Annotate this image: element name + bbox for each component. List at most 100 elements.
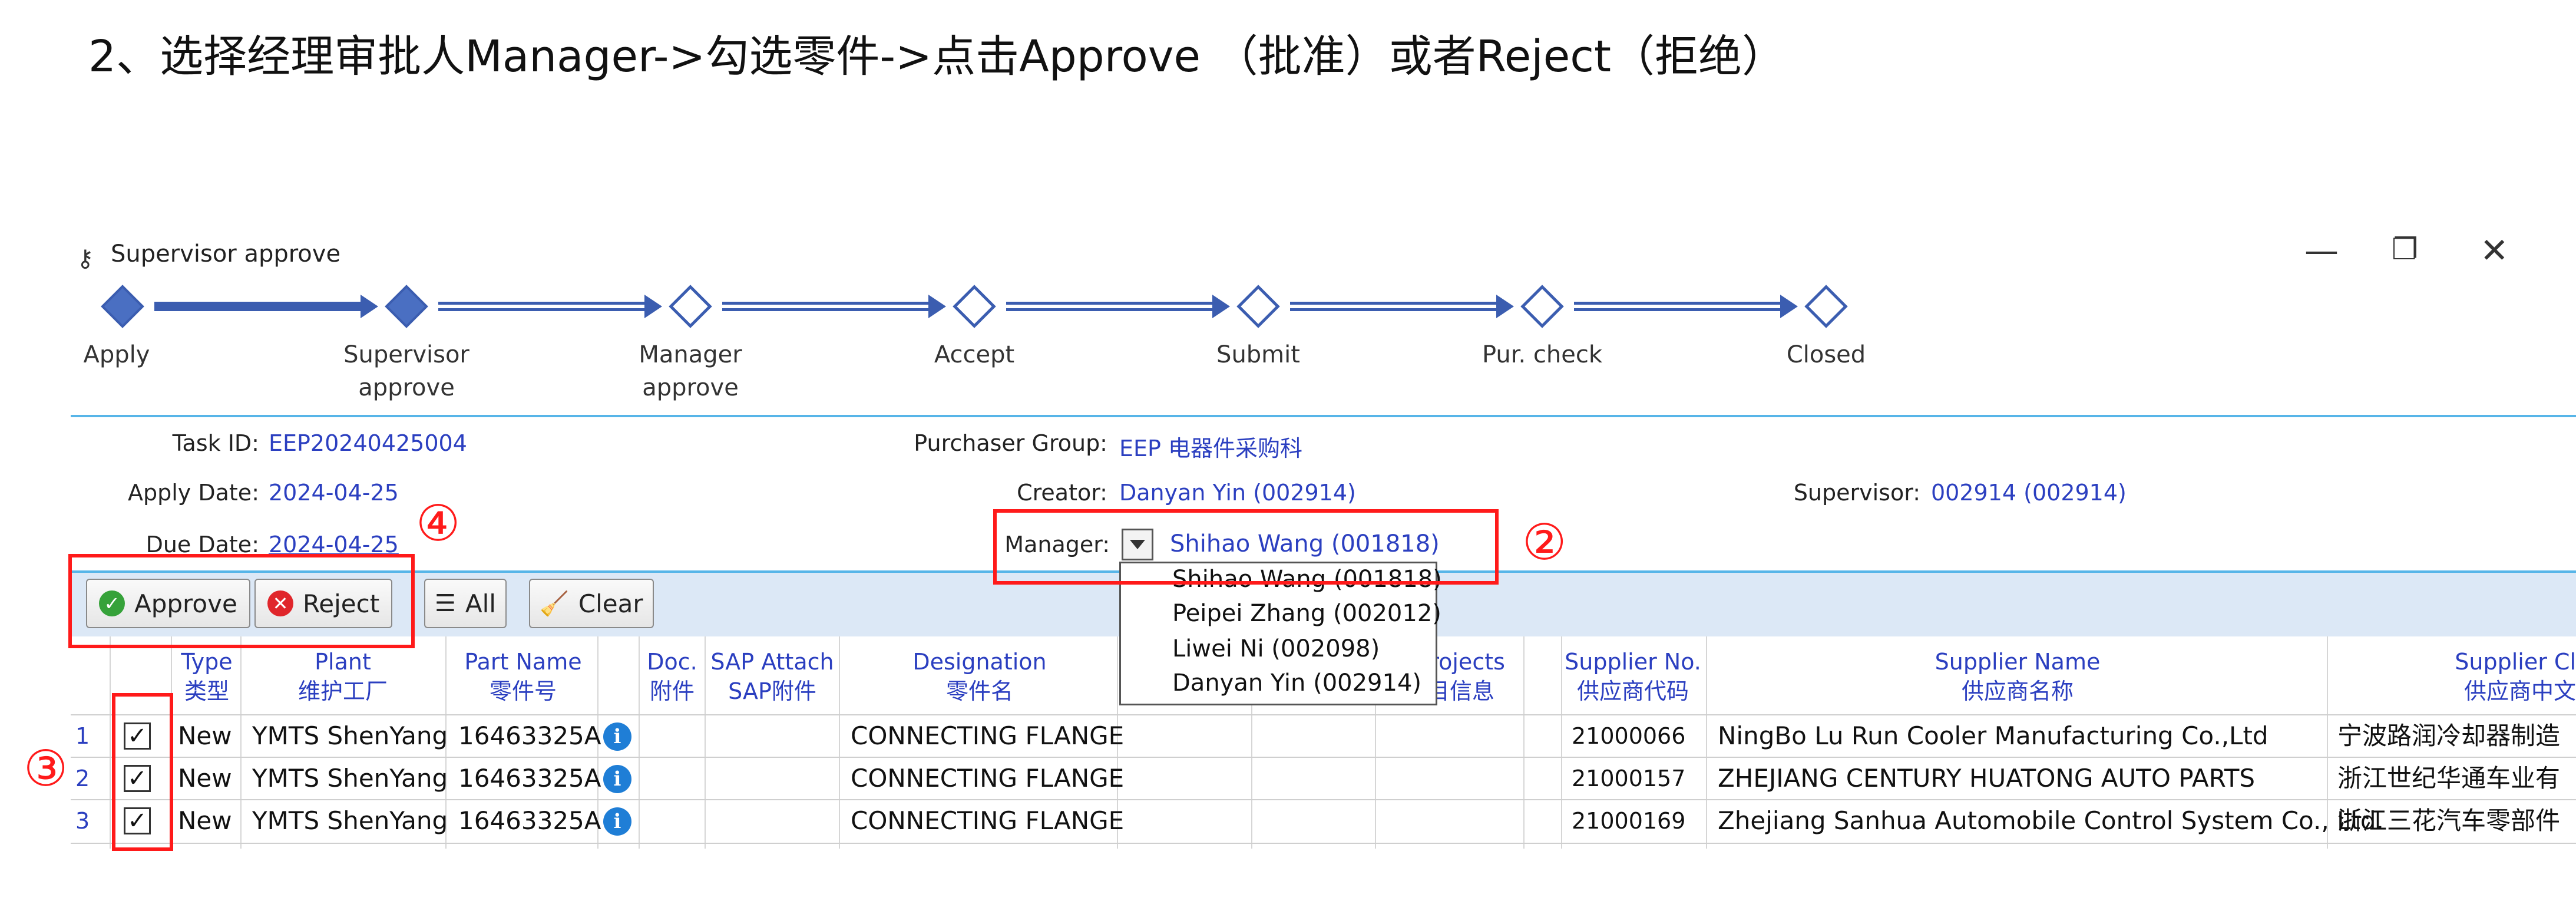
clear-button[interactable]: 🧹 Clear [529, 579, 654, 628]
workflow-node-closed [1804, 285, 1848, 328]
workflow-label-closed: Closed [1786, 341, 1866, 368]
cell-designation: CONNECTING FLANGE [851, 721, 1125, 750]
workflow-arrow [1290, 302, 1497, 311]
cell-supplier-no: 21000169 [1572, 808, 1686, 834]
apply-date-label: Apply Date: [128, 480, 259, 506]
workflow-arrowhead [1212, 295, 1230, 318]
workflow-node-supervisor-approve [385, 285, 428, 328]
select-all-button[interactable]: ☰ All [424, 579, 507, 628]
workflow-label-accept: Accept [934, 341, 1015, 368]
workflow-node-manager-approve [669, 285, 712, 328]
supervisor-value: 002914 (002914) [1931, 480, 2127, 506]
cell-plant: YMTS ShenYang [252, 806, 448, 835]
col-header-designation[interactable]: Designation 零件名 [841, 647, 1118, 706]
col-header-doc[interactable]: Doc. 附件 [640, 647, 705, 706]
key-icon: ⚷ [77, 245, 94, 272]
cell-supplier-no: 21000066 [1572, 723, 1686, 749]
row-number: 1 [75, 723, 90, 749]
instruction-heading: 2、选择经理审批人Manager->勾选零件->点击Approve （批准）或者… [88, 31, 1786, 82]
apply-date-value: 2024-04-25 [269, 480, 399, 506]
cell-plant: YMTS ShenYang [252, 721, 448, 750]
checklist-icon: ☰ [435, 590, 456, 617]
broom-icon: 🧹 [540, 590, 569, 618]
manager-option[interactable]: Peipei Zhang (002012) [1172, 596, 1441, 631]
supervisor-label: Supervisor: [1793, 480, 1920, 506]
creator-value: Danyan Yin (002914) [1119, 480, 1356, 506]
workflow-arrow [154, 302, 362, 311]
workflow-node-apply [101, 285, 144, 328]
cell-supplier-name: ZHEJIANG CENTURY HUATONG AUTO PARTS [1718, 764, 2256, 793]
workflow-label-manager-approve: Manager approve [639, 341, 742, 401]
workflow-node-submit [1236, 285, 1280, 328]
row-number: 3 [75, 808, 90, 834]
manager-option[interactable]: Danyan Yin (002914) [1172, 666, 1421, 700]
annotation-box-manager [993, 509, 1499, 585]
grid-line [1706, 636, 1707, 849]
close-button[interactable]: ✕ [2480, 233, 2509, 268]
grid-line [705, 636, 706, 849]
cell-designation: CONNECTING FLANGE [851, 806, 1125, 835]
cell-supplier-name: NingBo Lu Run Cooler Manufacturing Co.,L… [1718, 721, 2269, 750]
grid-line [240, 636, 242, 849]
cell-type: New [178, 806, 232, 835]
col-header-type[interactable]: Type 类型 [174, 647, 239, 706]
task-id-label: Task ID: [172, 430, 259, 456]
workflow-arrow [1574, 302, 1781, 311]
cell-supplier-name: Zhejiang Sanhua Automobile Control Syste… [1718, 806, 2384, 835]
workflow-label-pur-check: Pur. check [1482, 341, 1603, 368]
cell-type: New [178, 721, 232, 750]
col-header-plant[interactable]: Plant 维护工厂 [243, 647, 443, 706]
cell-supplier-cn: 浙江三花汽车零部件 [2337, 806, 2561, 835]
col-header-supplier-cn[interactable]: Supplier Cl 供应商中文 [2333, 647, 2576, 706]
grid-line [639, 636, 640, 849]
workflow-label-supervisor-approve: Supervisor approve [343, 341, 469, 401]
annotation-number-3: ③ [24, 740, 68, 797]
manager-option[interactable]: Liwei Ni (002098) [1172, 632, 1380, 666]
info-icon[interactable]: i [603, 722, 631, 751]
annotation-box-checkboxes [112, 693, 173, 851]
workflow-arrow [1006, 302, 1213, 311]
info-icon[interactable]: i [603, 807, 631, 836]
restore-button[interactable]: ❐ [2392, 235, 2418, 264]
col-header-sap-attach[interactable]: SAP Attach SAP附件 [707, 647, 838, 706]
annotation-number-4: ④ [416, 494, 461, 552]
window-title: Supervisor approve [111, 240, 341, 268]
col-header-supplier-name[interactable]: Supplier Name 供应商名称 [1708, 647, 2327, 706]
workflow-arrowhead [1780, 295, 1798, 318]
cell-type: New [178, 764, 232, 793]
col-header-part-name[interactable]: Part Name 零件号 [447, 647, 600, 706]
cell-designation: CONNECTING FLANGE [851, 764, 1125, 793]
cell-part-name: 16463325A [458, 721, 601, 750]
workflow-arrow [722, 302, 930, 311]
workflow-arrowhead [644, 295, 662, 318]
workflow-arrowhead [928, 295, 946, 318]
cell-part-name: 16463325A [458, 764, 601, 793]
creator-label: Creator: [1017, 480, 1107, 506]
row-number: 2 [75, 766, 90, 791]
workflow-node-pur-check [1520, 285, 1564, 328]
grid-line [1523, 636, 1525, 849]
task-id-value: EEP20240425004 [269, 430, 467, 456]
grid-line [1561, 636, 1562, 849]
cell-supplier-no: 21000157 [1572, 766, 1686, 791]
purchaser-group-value: EEP 电器件采购科 [1119, 435, 1303, 461]
cell-supplier-cn: 宁波路润冷却器制造 [2337, 721, 2561, 750]
purchaser-group-label: Purchaser Group: [914, 430, 1107, 456]
workflow-arrow [438, 302, 646, 311]
cell-supplier-cn: 浙江世纪华通车业有 [2337, 764, 2561, 793]
info-icon[interactable]: i [603, 765, 631, 793]
grid-line [839, 636, 840, 849]
workflow-label-submit: Submit [1216, 341, 1300, 368]
cell-part-name: 16463325A [458, 806, 601, 835]
minimize-button[interactable]: — [2304, 233, 2339, 268]
workflow-arrowhead [361, 295, 378, 318]
workflow-arrowhead [1496, 295, 1514, 318]
cell-plant: YMTS ShenYang [252, 764, 448, 793]
col-header-supplier-no[interactable]: Supplier No. 供应商代码 [1562, 647, 1704, 706]
workflow-node-accept [953, 285, 996, 328]
annotation-box-buttons [68, 554, 415, 648]
grid-line [71, 843, 2576, 844]
grid-line [110, 636, 111, 849]
separator [71, 415, 2576, 417]
annotation-number-2: ② [1522, 513, 1567, 571]
